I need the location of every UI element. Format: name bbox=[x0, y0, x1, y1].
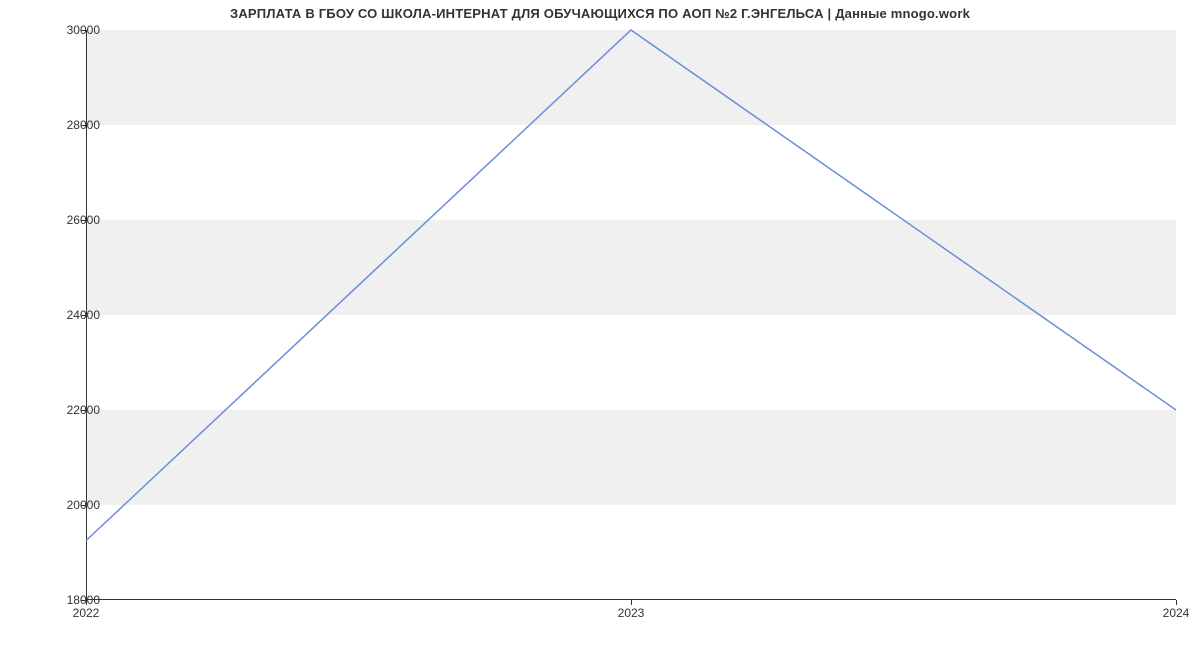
plot-area bbox=[86, 30, 1176, 600]
x-axis-tick-label: 2024 bbox=[1163, 606, 1190, 620]
y-axis-tick-label: 18000 bbox=[50, 593, 100, 607]
line-series bbox=[86, 30, 1176, 600]
y-axis-tick-label: 22000 bbox=[50, 403, 100, 417]
y-axis-tick-label: 26000 bbox=[50, 213, 100, 227]
chart-title: ЗАРПЛАТА В ГБОУ СО ШКОЛА-ИНТЕРНАТ ДЛЯ ОБ… bbox=[0, 6, 1200, 21]
x-axis-tick-mark bbox=[1176, 600, 1177, 605]
x-axis-tick-label: 2022 bbox=[73, 606, 100, 620]
y-axis-tick-label: 28000 bbox=[50, 118, 100, 132]
y-axis-tick-label: 24000 bbox=[50, 308, 100, 322]
y-axis-tick-label: 20000 bbox=[50, 498, 100, 512]
y-axis-tick-label: 30000 bbox=[50, 23, 100, 37]
x-axis-tick-mark bbox=[631, 600, 632, 605]
chart-container: ЗАРПЛАТА В ГБОУ СО ШКОЛА-ИНТЕРНАТ ДЛЯ ОБ… bbox=[0, 0, 1200, 650]
x-axis-tick-label: 2023 bbox=[618, 606, 645, 620]
